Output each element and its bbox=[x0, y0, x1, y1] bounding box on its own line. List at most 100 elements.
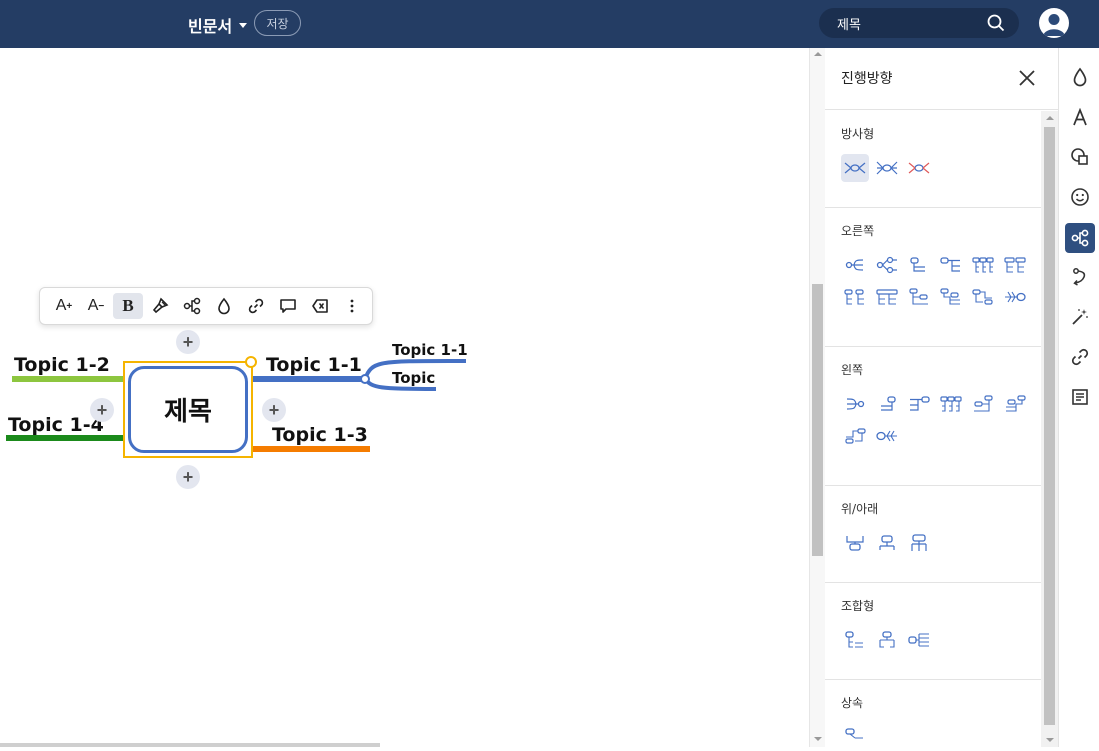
add-topic-bottom-button[interactable]: + bbox=[176, 465, 200, 489]
font-size-increase-button[interactable]: A + bbox=[49, 293, 79, 319]
fill-style-button[interactable] bbox=[1065, 62, 1095, 92]
scroll-down-arrow-icon[interactable] bbox=[1046, 738, 1054, 742]
more-options-icon[interactable] bbox=[337, 293, 367, 319]
layout-right-2-icon[interactable] bbox=[873, 251, 901, 279]
central-topic[interactable]: 제목 bbox=[128, 366, 248, 453]
emoji-icon bbox=[1071, 188, 1089, 206]
comment-icon[interactable] bbox=[273, 293, 303, 319]
search-icon[interactable] bbox=[987, 14, 1005, 37]
layout-updown-3-icon[interactable] bbox=[905, 529, 933, 557]
font-size-decrease-button[interactable]: A − bbox=[81, 293, 111, 319]
panel-header: 진행방향 bbox=[825, 48, 1058, 110]
layout-updown-1-icon[interactable] bbox=[841, 529, 869, 557]
section-right: 오른쪽 bbox=[825, 208, 1041, 347]
section-radial: 방사형 bbox=[825, 111, 1041, 208]
layout-radial-1-icon[interactable] bbox=[841, 154, 869, 182]
layout-left-3-icon[interactable] bbox=[905, 390, 933, 418]
section-title: 조합형 bbox=[841, 599, 875, 613]
branch-joint bbox=[360, 374, 370, 384]
scrollbar-thumb[interactable] bbox=[812, 284, 823, 556]
layout-left-7-icon[interactable] bbox=[841, 422, 869, 450]
layout-left-6-icon[interactable] bbox=[1001, 390, 1029, 418]
layout-icon[interactable] bbox=[177, 293, 207, 319]
layout-right-4-icon[interactable] bbox=[937, 251, 965, 279]
drop-icon bbox=[1073, 67, 1087, 87]
scroll-up-arrow-icon[interactable] bbox=[1046, 116, 1054, 120]
user-avatar[interactable] bbox=[1039, 8, 1069, 38]
panel-body: 방사형 오른쪽 왼쪽 위/아래 조합형 상속 bbox=[825, 111, 1041, 750]
section-title: 방사형 bbox=[841, 127, 875, 141]
emoji-button[interactable] bbox=[1065, 182, 1095, 212]
subtopic-2[interactable]: Topic bbox=[392, 369, 435, 387]
fill-color-icon[interactable] bbox=[209, 293, 239, 319]
section-up-down: 위/아래 bbox=[825, 486, 1041, 583]
layout-right-7-icon[interactable] bbox=[841, 283, 869, 311]
section-title: 위/아래 bbox=[841, 502, 879, 516]
layout-panel: 진행방향 방사형 오른쪽 왼쪽 위/아래 조합형 상속 bbox=[825, 48, 1058, 747]
layout-radial-2-icon[interactable] bbox=[873, 154, 901, 182]
layout-right-5-icon[interactable] bbox=[969, 251, 997, 279]
format-painter-icon[interactable] bbox=[145, 293, 175, 319]
section-combined: 조합형 bbox=[825, 583, 1041, 680]
panel-scrollbar[interactable] bbox=[1041, 111, 1058, 747]
text-style-button[interactable] bbox=[1065, 102, 1095, 132]
layout-right-3-icon[interactable] bbox=[905, 251, 933, 279]
bold-button[interactable]: B bbox=[113, 293, 143, 319]
hyperlink-button[interactable] bbox=[1065, 342, 1095, 372]
layout-direction-button[interactable] bbox=[1065, 223, 1095, 253]
subtopic-1[interactable]: Topic 1-1 bbox=[392, 341, 468, 359]
section-inheritance: 상속 bbox=[825, 680, 1041, 750]
add-topic-right-button[interactable]: + bbox=[262, 398, 286, 422]
relation-icon bbox=[1073, 268, 1086, 286]
layout-icon bbox=[1071, 229, 1089, 247]
link-icon[interactable] bbox=[241, 293, 271, 319]
layout-left-2-icon[interactable] bbox=[873, 390, 901, 418]
close-icon[interactable] bbox=[1017, 68, 1037, 93]
note-button[interactable] bbox=[1065, 382, 1095, 412]
magic-icon bbox=[1072, 309, 1088, 325]
panel-title: 진행방향 bbox=[841, 71, 893, 87]
layout-left-8-icon[interactable] bbox=[873, 422, 901, 450]
link-icon bbox=[1071, 348, 1089, 366]
layout-right-10-icon[interactable] bbox=[937, 283, 965, 311]
note-icon bbox=[1072, 389, 1088, 405]
shape-style-button[interactable] bbox=[1065, 142, 1095, 172]
layout-left-1-icon[interactable] bbox=[841, 390, 869, 418]
layout-right-12-icon[interactable] bbox=[1001, 283, 1029, 311]
layout-right-1-icon[interactable] bbox=[841, 251, 869, 279]
relation-line-button[interactable] bbox=[1065, 262, 1095, 292]
section-left: 왼쪽 bbox=[825, 347, 1041, 486]
layout-combined-3-icon[interactable] bbox=[905, 626, 933, 654]
shape-icon bbox=[1071, 148, 1088, 165]
canvas-horizontal-scrollbar[interactable] bbox=[0, 743, 380, 747]
layout-left-4-icon[interactable] bbox=[937, 390, 965, 418]
right-tool-rail bbox=[1058, 48, 1099, 747]
canvas-vertical-scrollbar[interactable] bbox=[809, 48, 825, 747]
search-box bbox=[819, 8, 1019, 38]
layout-right-6-icon[interactable] bbox=[1001, 251, 1029, 279]
layout-combined-2-icon[interactable] bbox=[873, 626, 901, 654]
topic-1-3[interactable]: Topic 1-3 bbox=[272, 424, 368, 446]
connect-handle[interactable] bbox=[245, 356, 257, 368]
layout-left-5-icon[interactable] bbox=[969, 390, 997, 418]
topic-1-2[interactable]: Topic 1-2 bbox=[14, 354, 110, 376]
text-icon bbox=[1073, 108, 1087, 126]
magic-style-button[interactable] bbox=[1065, 302, 1095, 332]
central-topic-selection[interactable]: 제목 bbox=[123, 361, 253, 458]
scroll-up-arrow-icon[interactable] bbox=[814, 52, 822, 56]
add-topic-top-button[interactable]: + bbox=[176, 330, 200, 354]
layout-right-8-icon[interactable] bbox=[873, 283, 901, 311]
add-topic-left-button[interactable]: + bbox=[90, 398, 114, 422]
section-title: 왼쪽 bbox=[841, 363, 864, 377]
clear-format-icon[interactable] bbox=[305, 293, 335, 319]
panel-scrollbar-thumb[interactable] bbox=[1044, 127, 1055, 725]
layout-combined-1-icon[interactable] bbox=[841, 626, 869, 654]
layout-right-11-icon[interactable] bbox=[969, 283, 997, 311]
search-input[interactable] bbox=[837, 14, 987, 32]
topic-1-1[interactable]: Topic 1-1 bbox=[266, 354, 362, 376]
topic-1-4[interactable]: Topic 1-4 bbox=[8, 414, 104, 436]
layout-radial-3-icon[interactable] bbox=[905, 154, 933, 182]
layout-updown-2-icon[interactable] bbox=[873, 529, 901, 557]
scroll-down-arrow-icon[interactable] bbox=[814, 737, 822, 741]
layout-right-9-icon[interactable] bbox=[905, 283, 933, 311]
